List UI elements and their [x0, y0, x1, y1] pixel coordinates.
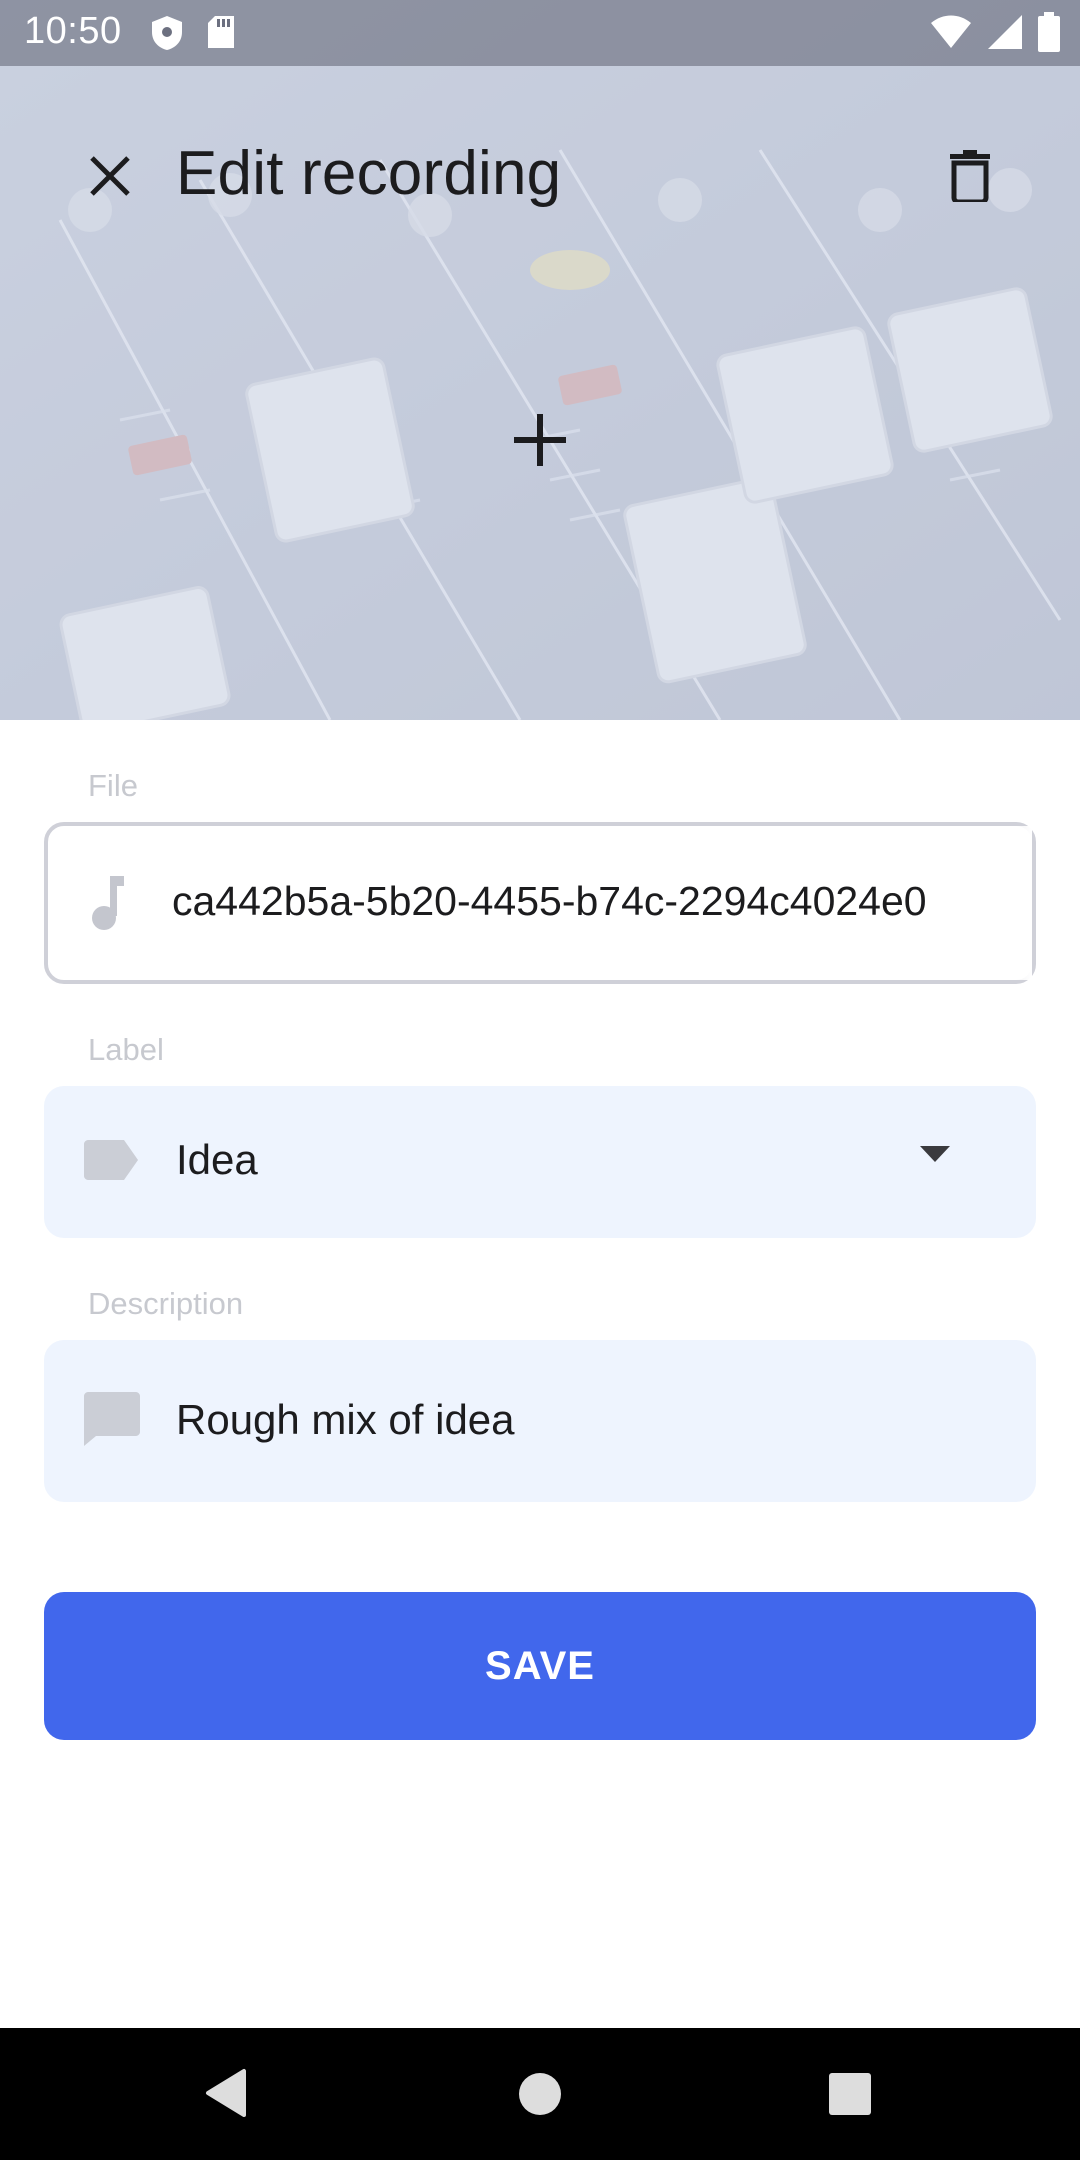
sd-card-icon: [208, 16, 234, 48]
page-title: Edit recording: [176, 139, 562, 208]
cover-image[interactable]: [0, 0, 1080, 720]
shield-icon: [152, 16, 182, 50]
chevron-down-icon: [920, 1146, 950, 1162]
close-button[interactable]: [80, 146, 140, 206]
plus-icon: [514, 414, 566, 466]
description-field[interactable]: Rough mix of idea: [44, 1340, 1036, 1502]
label-field-label: Label: [88, 1032, 164, 1067]
file-field-label: File: [88, 768, 138, 803]
add-image-button[interactable]: [504, 404, 576, 476]
delete-button[interactable]: [940, 146, 1000, 206]
home-icon[interactable]: [518, 2072, 562, 2116]
status-time: 10:50: [24, 10, 122, 52]
label-tag-icon: [84, 1140, 138, 1180]
recents-icon[interactable]: [828, 2072, 872, 2116]
image-tint-overlay: [0, 0, 1080, 720]
cellular-signal-icon: [988, 15, 1022, 49]
label-dropdown[interactable]: Idea: [44, 1086, 1036, 1238]
edit-recording-screen: 10:50 Edit recording File ca442b5a-5b20-…: [0, 0, 1080, 2160]
text-fade: [962, 826, 1032, 980]
label-selected-value: Idea: [176, 1136, 258, 1183]
navigation-bar: [0, 2028, 1080, 2160]
file-field[interactable]: ca442b5a-5b20-4455-b74c-2294c4024e0: [44, 822, 1036, 984]
comment-icon: [84, 1392, 140, 1446]
wifi-icon: [931, 15, 971, 48]
back-icon[interactable]: [204, 2068, 248, 2118]
description-value: Rough mix of idea: [176, 1396, 515, 1443]
close-icon: [90, 156, 130, 196]
battery-icon: [1038, 12, 1060, 52]
delete-icon: [950, 150, 990, 202]
description-field-label: Description: [88, 1286, 244, 1321]
file-name-value: ca442b5a-5b20-4455-b74c-2294c4024e0: [172, 878, 927, 924]
status-bar: 10:50: [0, 0, 1080, 66]
music-note-icon: [92, 876, 124, 930]
save-button[interactable]: SAVE: [44, 1592, 1036, 1740]
